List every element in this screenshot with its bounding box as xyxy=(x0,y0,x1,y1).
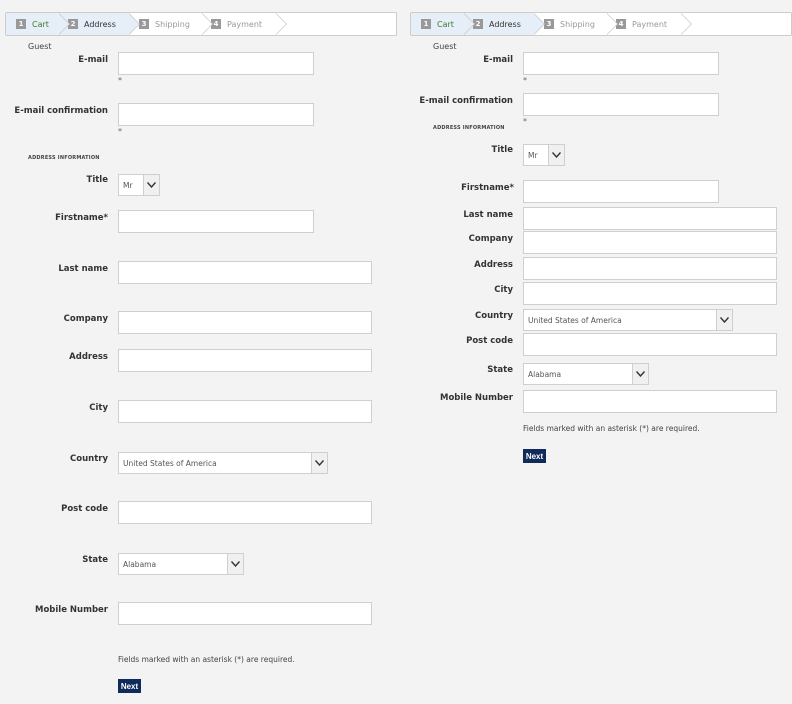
country-select[interactable]: United States of America xyxy=(118,452,328,474)
next-button[interactable]: Next xyxy=(118,679,141,693)
checkout-steps: 1 Cart 2 Address 3 Shipping 4 Payment xyxy=(410,12,792,36)
required-marker: * xyxy=(523,76,527,85)
company-label: Company xyxy=(63,314,108,324)
postcode-input[interactable] xyxy=(523,333,777,356)
chevron-down-icon xyxy=(143,175,159,195)
email-label: E-mail xyxy=(78,55,108,65)
firstname-label: Firstname* xyxy=(461,183,514,193)
city-input[interactable] xyxy=(118,400,372,423)
step-number: 1 xyxy=(16,19,26,29)
step-label: Cart xyxy=(32,19,49,29)
required-note: Fields marked with an asterisk (*) are r… xyxy=(523,424,700,433)
chevron-down-icon xyxy=(227,554,243,574)
step-cart[interactable]: 1 Cart xyxy=(6,13,70,35)
mobile-label: Mobile Number xyxy=(35,605,108,615)
address-label: Address xyxy=(474,260,513,270)
city-label: City xyxy=(89,403,108,413)
postcode-label: Post code xyxy=(61,504,108,514)
email-confirm-input[interactable] xyxy=(523,93,719,116)
title-label: Title xyxy=(86,175,108,185)
state-label: State xyxy=(82,555,108,565)
step-label: Payment xyxy=(632,19,668,29)
firstname-input[interactable] xyxy=(118,210,314,233)
state-select[interactable]: Alabama xyxy=(523,363,649,385)
required-marker: * xyxy=(118,76,122,85)
checkout-panel-right: 1 Cart 2 Address 3 Shipping 4 Payment Gu… xyxy=(405,0,792,704)
postcode-label: Post code xyxy=(466,336,513,346)
checkout-steps: 1 Cart 2 Address 3 Shipping 4 Payment xyxy=(5,12,397,36)
email-confirm-label: E-mail confirmation xyxy=(14,106,108,116)
chevron-down-icon xyxy=(311,453,327,473)
address-label: Address xyxy=(69,352,108,362)
mobile-input[interactable] xyxy=(523,390,777,413)
firstname-label: Firstname* xyxy=(55,213,108,223)
required-marker: * xyxy=(118,127,122,136)
required-marker: * xyxy=(523,117,527,126)
title-select[interactable]: Mr xyxy=(523,144,565,166)
firstname-input[interactable] xyxy=(523,180,719,203)
company-input[interactable] xyxy=(523,231,777,254)
state-select[interactable]: Alabama xyxy=(118,553,244,575)
lastname-input[interactable] xyxy=(118,261,372,284)
step-number: 1 xyxy=(421,19,431,29)
state-select-value: Alabama xyxy=(123,559,157,569)
title-select-value: Mr xyxy=(528,150,538,160)
state-label: State xyxy=(487,365,513,375)
address-input[interactable] xyxy=(118,349,372,372)
address-section-title: ADDRESS INFORMATION xyxy=(28,155,100,161)
lastname-label: Last name xyxy=(463,210,513,220)
step-label: Address xyxy=(489,19,521,29)
title-select-value: Mr xyxy=(123,180,133,190)
address-section-title: ADDRESS INFORMATION xyxy=(433,125,505,131)
chevron-down-icon xyxy=(716,310,732,330)
company-label: Company xyxy=(468,234,513,244)
city-label: City xyxy=(494,285,513,295)
country-label: Country xyxy=(70,454,108,464)
state-select-value: Alabama xyxy=(528,369,562,379)
step-label: Shipping xyxy=(560,19,595,29)
guest-heading: Guest xyxy=(28,42,52,51)
step-label: Payment xyxy=(227,19,263,29)
required-note: Fields marked with an asterisk (*) are r… xyxy=(118,655,295,664)
country-select-value: United States of America xyxy=(123,458,217,468)
mobile-label: Mobile Number xyxy=(440,393,513,403)
email-confirm-input[interactable] xyxy=(118,103,314,126)
country-select-value: United States of America xyxy=(528,315,622,325)
step-label: Shipping xyxy=(155,19,190,29)
country-label: Country xyxy=(475,311,513,321)
chevron-down-icon xyxy=(548,145,564,165)
next-button[interactable]: Next xyxy=(523,449,546,463)
lastname-input[interactable] xyxy=(523,207,777,230)
email-confirm-label: E-mail confirmation xyxy=(419,96,513,106)
step-cart[interactable]: 1 Cart xyxy=(411,13,475,35)
city-input[interactable] xyxy=(523,282,777,305)
step-label: Cart xyxy=(437,19,454,29)
postcode-input[interactable] xyxy=(118,501,372,524)
email-input[interactable] xyxy=(118,52,314,75)
country-select[interactable]: United States of America xyxy=(523,309,733,331)
chevron-down-icon xyxy=(632,364,648,384)
email-label: E-mail xyxy=(483,55,513,65)
checkout-panel-left: 1 Cart 2 Address 3 Shipping 4 Payment Gu… xyxy=(0,0,400,704)
title-select[interactable]: Mr xyxy=(118,174,160,196)
title-label: Title xyxy=(491,145,513,155)
step-number: 3 xyxy=(544,19,554,29)
email-input[interactable] xyxy=(523,52,719,75)
mobile-input[interactable] xyxy=(118,602,372,625)
step-label: Address xyxy=(84,19,116,29)
lastname-label: Last name xyxy=(58,264,108,274)
company-input[interactable] xyxy=(118,311,372,334)
guest-heading: Guest xyxy=(433,42,457,51)
step-number: 3 xyxy=(139,19,149,29)
address-input[interactable] xyxy=(523,257,777,280)
